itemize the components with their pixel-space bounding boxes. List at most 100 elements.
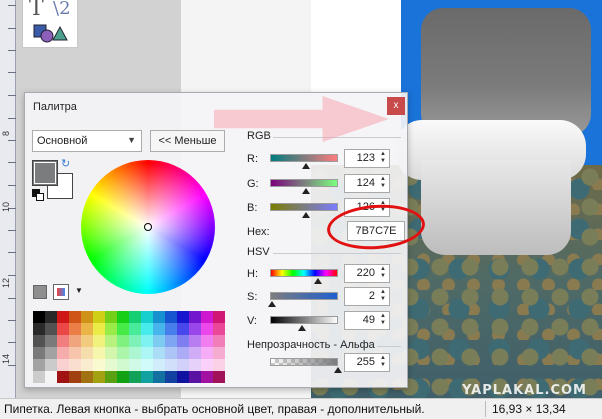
color-swatch[interactable] [141, 335, 153, 347]
color-swatch[interactable] [57, 347, 69, 359]
g-slider-thumb[interactable] [302, 188, 310, 194]
color-swatch[interactable] [177, 323, 189, 335]
color-swatch[interactable] [45, 347, 57, 359]
color-swatch[interactable] [105, 335, 117, 347]
color-swatch[interactable] [189, 311, 201, 323]
color-swatch[interactable] [45, 323, 57, 335]
color-swatch[interactable] [69, 347, 81, 359]
color-swatch[interactable] [105, 371, 117, 383]
color-swatch[interactable] [93, 371, 105, 383]
color-swatch[interactable] [141, 359, 153, 371]
color-swatch[interactable] [117, 371, 129, 383]
color-swatch[interactable] [45, 371, 57, 383]
color-swatch[interactable] [81, 335, 93, 347]
color-swatch[interactable] [177, 311, 189, 323]
color-swatch[interactable] [129, 335, 141, 347]
text-tool-icon[interactable]: T [29, 0, 44, 21]
color-swatch[interactable] [105, 347, 117, 359]
text-path-icon[interactable]: \2 [53, 0, 71, 19]
color-swatch[interactable] [165, 371, 177, 383]
color-swatch[interactable] [165, 359, 177, 371]
color-swatch[interactable] [45, 359, 57, 371]
color-swatch[interactable] [153, 359, 165, 371]
color-swatch[interactable] [69, 359, 81, 371]
text-tools-panel[interactable]: T \2 [22, 0, 78, 48]
color-swatch[interactable] [129, 371, 141, 383]
alpha-slider-thumb[interactable] [334, 367, 342, 373]
color-swatch[interactable] [57, 335, 69, 347]
color-swatch[interactable] [141, 323, 153, 335]
color-swatch[interactable] [177, 359, 189, 371]
color-swatch[interactable] [33, 323, 45, 335]
r-input[interactable]: 123 ▲ ▼ [344, 149, 390, 168]
reset-colors-icon[interactable] [32, 189, 46, 201]
color-swatch[interactable] [213, 359, 225, 371]
swap-colors-icon[interactable]: ↻ [61, 157, 70, 170]
less-button[interactable]: << Меньше [150, 130, 225, 152]
spinner-icon[interactable]: ▲ ▼ [378, 151, 388, 166]
color-swatch[interactable] [153, 347, 165, 359]
close-button[interactable]: x [387, 97, 405, 115]
color-swatch[interactable] [177, 335, 189, 347]
color-swatch[interactable] [153, 371, 165, 383]
alpha-input[interactable]: 255 ▲ ▼ [344, 353, 390, 372]
v-input[interactable]: 49 ▲ ▼ [344, 311, 390, 330]
color-swatch[interactable] [177, 371, 189, 383]
color-swatch[interactable] [177, 347, 189, 359]
color-swatch[interactable] [57, 323, 69, 335]
shapes-tool-icon[interactable] [33, 24, 73, 44]
color-swatch[interactable] [213, 347, 225, 359]
color-swatch[interactable] [81, 359, 93, 371]
color-swatch[interactable] [153, 311, 165, 323]
color-swatch[interactable] [201, 371, 213, 383]
s-input[interactable]: 2 ▲ ▼ [344, 287, 390, 306]
r-slider-thumb[interactable] [302, 163, 310, 169]
color-swatch[interactable] [117, 359, 129, 371]
color-swatch[interactable] [69, 323, 81, 335]
color-swatch[interactable] [165, 335, 177, 347]
color-swatch[interactable] [33, 371, 45, 383]
color-swatch[interactable] [69, 371, 81, 383]
color-swatch[interactable] [141, 311, 153, 323]
color-swatch[interactable] [57, 359, 69, 371]
add-color-icon[interactable] [33, 285, 47, 299]
color-swatch[interactable] [93, 311, 105, 323]
b-slider[interactable] [270, 203, 338, 211]
color-swatch[interactable] [153, 323, 165, 335]
color-swatch[interactable] [69, 335, 81, 347]
color-swatch[interactable] [189, 371, 201, 383]
color-swatch[interactable] [105, 311, 117, 323]
color-swatch[interactable] [117, 347, 129, 359]
color-swatch[interactable] [165, 323, 177, 335]
color-swatch[interactable] [213, 311, 225, 323]
spinner-icon[interactable]: ▲ ▼ [378, 176, 388, 191]
color-wheel-cursor[interactable] [144, 223, 152, 231]
color-swatch[interactable] [33, 311, 45, 323]
color-swatch[interactable] [129, 311, 141, 323]
color-swatch[interactable] [69, 311, 81, 323]
color-swatch[interactable] [141, 371, 153, 383]
b-slider-thumb[interactable] [302, 212, 310, 218]
color-swatch[interactable] [93, 323, 105, 335]
color-swatch[interactable] [129, 359, 141, 371]
color-swatch[interactable] [129, 347, 141, 359]
color-mode-select[interactable]: Основной ▼ [32, 130, 142, 152]
color-swatch[interactable] [57, 371, 69, 383]
color-swatch[interactable] [105, 359, 117, 371]
color-swatch[interactable] [165, 311, 177, 323]
color-swatch[interactable] [189, 323, 201, 335]
color-swatch[interactable] [201, 347, 213, 359]
color-swatch[interactable] [141, 347, 153, 359]
color-swatch[interactable] [93, 359, 105, 371]
v-slider-thumb[interactable] [298, 325, 306, 331]
color-swatch[interactable] [81, 371, 93, 383]
color-swatch[interactable] [201, 359, 213, 371]
color-swatch[interactable] [201, 311, 213, 323]
v-slider[interactable] [270, 316, 338, 324]
h-slider[interactable] [270, 269, 338, 277]
g-slider[interactable] [270, 179, 338, 187]
spinner-icon[interactable]: ▲ ▼ [378, 313, 388, 328]
s-slider-thumb[interactable] [268, 301, 276, 307]
color-swatch-grid[interactable] [33, 311, 225, 383]
color-swatch[interactable] [81, 311, 93, 323]
